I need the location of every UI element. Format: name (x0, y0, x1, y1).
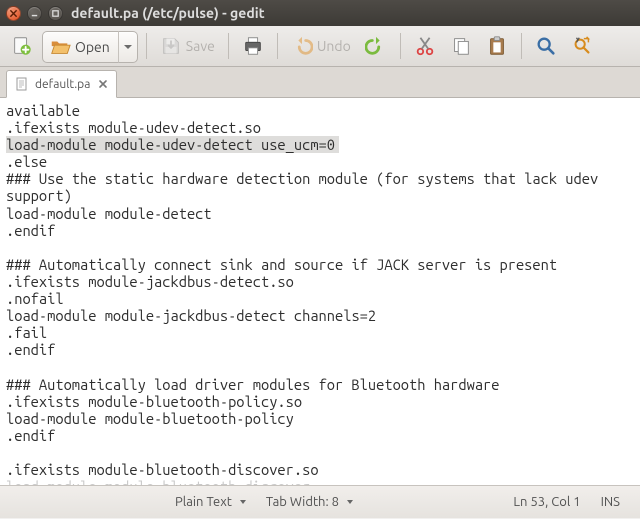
window-close-button[interactable] (6, 6, 21, 21)
toolbar-separator (146, 33, 147, 59)
folder-open-icon (49, 36, 71, 58)
cut-button[interactable] (409, 30, 441, 62)
new-document-icon (11, 35, 33, 57)
redo-button[interactable] (360, 30, 392, 62)
document-tab[interactable]: default.pa (6, 70, 117, 98)
new-document-button[interactable] (6, 30, 38, 62)
undo-button[interactable]: Undo (286, 30, 356, 62)
tab-label: default.pa (35, 78, 90, 91)
save-button-label: Save (186, 38, 215, 54)
open-button[interactable]: Open (42, 31, 118, 63)
undo-icon (291, 35, 313, 57)
window-title: default.pa (/etc/pulse) - gedit (71, 5, 265, 21)
toolbar-separator (228, 33, 229, 59)
status-bar: Plain Text Tab Width: 8 Ln 53, Col 1 INS (0, 486, 640, 518)
clipboard-icon (486, 35, 508, 57)
save-button[interactable]: Save (155, 30, 220, 62)
copy-icon (450, 35, 472, 57)
undo-button-label: Undo (317, 38, 351, 54)
save-icon (160, 35, 182, 57)
chevron-down-icon (240, 500, 246, 504)
title-bar: default.pa (/etc/pulse) - gedit (0, 0, 640, 26)
document-icon (15, 77, 29, 91)
open-button-label: Open (75, 39, 110, 55)
copy-button[interactable] (445, 30, 477, 62)
printer-icon (242, 35, 264, 57)
scissors-icon (414, 35, 436, 57)
paste-button[interactable] (481, 30, 513, 62)
redo-icon (365, 35, 387, 57)
find-replace-button[interactable] (566, 30, 598, 62)
toolbar-separator (277, 33, 278, 59)
tab-width-label: Tab Width: 8 (266, 495, 339, 509)
open-button-group: Open (42, 31, 138, 61)
highlighted-line: load-module module-udev-detect use_ucm=0 (6, 136, 339, 153)
print-button[interactable] (237, 30, 269, 62)
window-maximize-button[interactable] (48, 6, 63, 21)
open-recent-dropdown[interactable] (118, 31, 138, 63)
tab-bar: default.pa (0, 67, 640, 98)
toolbar: Open Save (0, 26, 640, 67)
tab-width-selector[interactable]: Tab Width: 8 (256, 495, 363, 509)
find-button[interactable] (530, 30, 562, 62)
close-icon (98, 79, 108, 89)
chevron-down-icon (124, 45, 132, 49)
editor-content: available .ifexists module-udev-detect.s… (6, 102, 634, 486)
window-minimize-button[interactable] (27, 6, 42, 21)
insert-mode-indicator[interactable]: INS (591, 495, 630, 509)
toolbar-separator (400, 33, 401, 59)
syntax-mode-label: Plain Text (175, 495, 232, 509)
toolbar-separator (521, 33, 522, 59)
search-icon (535, 35, 557, 57)
syntax-mode-selector[interactable]: Plain Text (165, 495, 256, 509)
text-editor[interactable]: available .ifexists module-udev-detect.s… (0, 98, 640, 486)
tab-close-button[interactable] (96, 77, 110, 91)
chevron-down-icon (347, 500, 353, 504)
find-replace-icon (571, 35, 593, 57)
cursor-position: Ln 53, Col 1 (503, 495, 590, 509)
